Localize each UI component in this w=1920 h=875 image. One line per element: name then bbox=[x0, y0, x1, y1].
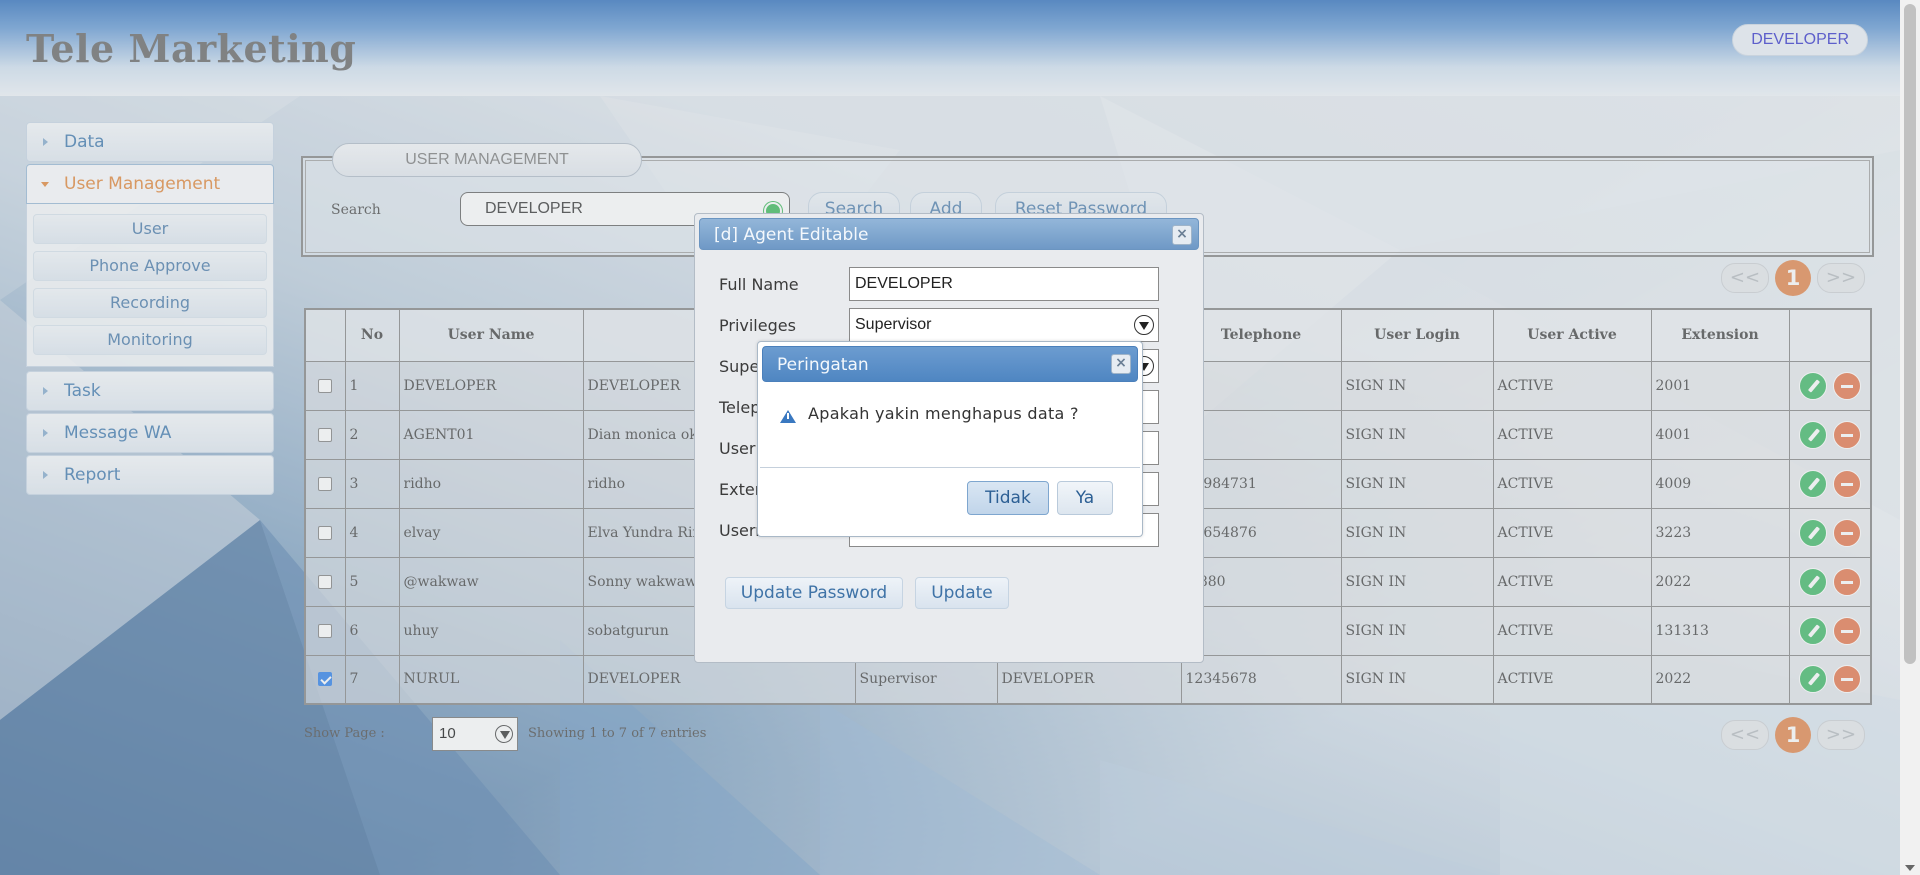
privileges-select[interactable]: Supervisor bbox=[849, 308, 1159, 342]
full-name-field[interactable]: DEVELOPER bbox=[849, 267, 1159, 301]
page-scrollbar[interactable] bbox=[1900, 0, 1920, 875]
warning-icon bbox=[780, 410, 796, 423]
close-icon[interactable]: × bbox=[1172, 225, 1192, 245]
no-button[interactable]: Tidak bbox=[967, 481, 1049, 515]
scrollbar-thumb[interactable] bbox=[1904, 4, 1916, 664]
chevron-down-icon bbox=[1134, 315, 1154, 335]
yes-button[interactable]: Ya bbox=[1057, 481, 1113, 515]
update-button[interactable]: Update bbox=[915, 577, 1009, 609]
telephone-label: Telep bbox=[719, 398, 761, 417]
close-icon[interactable]: × bbox=[1111, 354, 1131, 374]
user-label: User bbox=[719, 439, 756, 458]
scroll-down-icon[interactable] bbox=[1905, 865, 1915, 871]
extension-label: Exter bbox=[719, 480, 762, 499]
confirm-message: Apakah yakin menghapus data ? bbox=[808, 404, 1079, 423]
dialog-title: [d] Agent Editable × bbox=[699, 218, 1199, 250]
supervisor-label: Supe bbox=[719, 357, 760, 376]
update-password-button[interactable]: Update Password bbox=[725, 577, 903, 609]
dialog-divider bbox=[760, 467, 1140, 468]
privileges-label: Privileges bbox=[719, 316, 796, 335]
full-name-label: Full Name bbox=[719, 275, 799, 294]
dialog-title: Peringatan × bbox=[762, 346, 1138, 382]
confirm-delete-dialog: Peringatan × Apakah yakin menghapus data… bbox=[757, 341, 1143, 537]
